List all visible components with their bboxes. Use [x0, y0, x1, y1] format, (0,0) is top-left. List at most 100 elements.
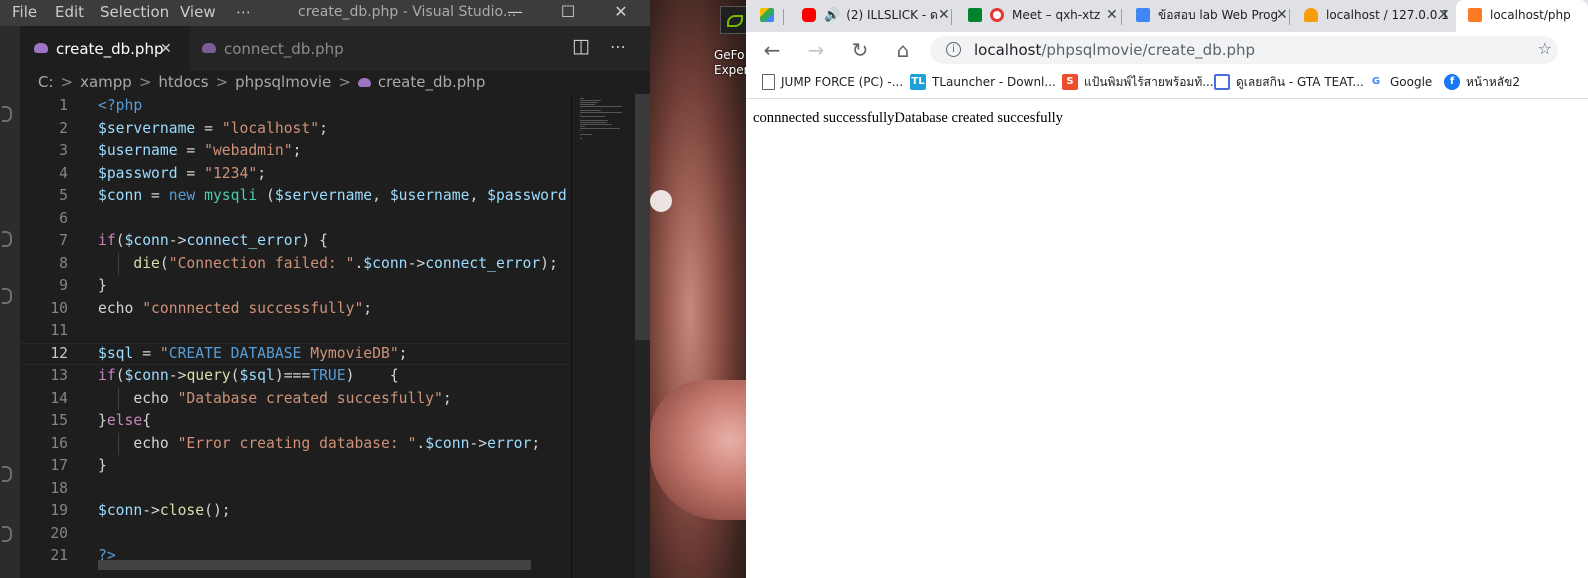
- code-token: =: [177, 142, 205, 159]
- minimap-line: [580, 104, 596, 105]
- meet-icon: [968, 7, 982, 22]
- browser-tab[interactable]: Meet – qxh-xtz ✕: [956, 0, 1122, 32]
- bookmark-item[interactable]: G Google: [1368, 74, 1432, 91]
- browser-tab[interactable]: localhost / 127.0.0.1 ✕: [1294, 0, 1454, 32]
- close-window-button[interactable]: ✕: [598, 0, 644, 26]
- code-line[interactable]: 10 echo "connnected successfully";: [20, 298, 571, 320]
- forward-button[interactable]: →: [804, 38, 828, 62]
- code-token: connect_error: [186, 232, 302, 249]
- indent-guide: [118, 387, 119, 410]
- code-line[interactable]: 2 $servername = "localhost";: [20, 118, 571, 140]
- browser-tab-active[interactable]: localhost/php: [1456, 0, 1588, 32]
- code-line[interactable]: 17}: [20, 455, 571, 477]
- close-tab-icon[interactable]: ✕: [1438, 0, 1450, 30]
- close-tab-icon[interactable]: ✕: [1276, 0, 1288, 30]
- code-line[interactable]: 11: [20, 320, 571, 342]
- code-line[interactable]: 16 echo "Error creating database: ".$con…: [20, 433, 571, 455]
- browser-tab[interactable]: 🔊 (2) ILLSLICK - ด ✕: [788, 0, 952, 32]
- breadcrumb-item[interactable]: C:: [38, 73, 54, 91]
- speaker-icon[interactable]: 🔊: [824, 8, 840, 23]
- code-line[interactable]: 12 $sql = "CREATE DATABASE MymovieDB";: [20, 342, 571, 365]
- activity-icon[interactable]: [2, 466, 12, 482]
- code-line[interactable]: 20: [20, 523, 571, 545]
- code-line[interactable]: 1 <?php: [20, 95, 571, 117]
- home-button[interactable]: ⌂: [891, 38, 915, 62]
- bookmark-item[interactable]: S แป้นพิมพ์ไร้สายพร้อมท้...: [1062, 73, 1214, 91]
- activity-icon[interactable]: [2, 526, 12, 542]
- split-editor-icon[interactable]: ◫: [572, 35, 590, 57]
- code-token: else: [106, 412, 143, 429]
- code-token: "Connection failed: ": [168, 254, 355, 272]
- menu-file[interactable]: File: [12, 3, 37, 21]
- browser-tab[interactable]: [746, 0, 784, 32]
- maximize-button[interactable]: ☐: [545, 0, 591, 26]
- line-number: 15: [50, 412, 68, 429]
- activity-icon[interactable]: [2, 288, 12, 304]
- code-line[interactable]: 15}else{: [20, 410, 571, 432]
- code-text: $username = "webadmin";: [98, 140, 301, 162]
- reload-button[interactable]: ↻: [848, 38, 872, 62]
- close-tab-icon[interactable]: ✕: [160, 26, 172, 72]
- bookmark-item[interactable]: ดูเลยสกิน - GTA TEAT...: [1214, 73, 1364, 91]
- activity-icon[interactable]: [2, 231, 12, 247]
- menu-selection[interactable]: Selection: [100, 3, 169, 21]
- code-line[interactable]: 4 $password = "1234";: [20, 163, 571, 185]
- code-line[interactable]: 5 $conn = new mysqli ($servername, $usern…: [20, 185, 571, 207]
- url-text[interactable]: localhost/phpsqlmovie/create_db.php: [974, 39, 1255, 61]
- minimize-button[interactable]: —: [492, 0, 538, 26]
- code-token: $sql: [239, 367, 275, 384]
- code-line[interactable]: 3 $username = "webadmin";: [20, 140, 571, 162]
- code-text: <?php: [98, 95, 142, 117]
- breadcrumb-item[interactable]: create_db.php: [378, 73, 485, 91]
- minimap-line: [580, 124, 612, 125]
- vscode-window: File Edit Selection View ⋯ create_db.php…: [0, 0, 650, 578]
- bookmark-item[interactable]: f หน้าหลัข2: [1444, 73, 1520, 91]
- code-token: ) {: [301, 232, 328, 249]
- breadcrumb-item[interactable]: xampp: [80, 73, 132, 91]
- tab-connect-db[interactable]: connect_db.php: [190, 26, 365, 71]
- activity-icon[interactable]: [2, 106, 12, 122]
- close-tab-icon[interactable]: ✕: [1106, 0, 1118, 30]
- code-line[interactable]: 7 if($conn->connect_error) {: [20, 230, 571, 252]
- tab-create-db[interactable]: create_db.php ✕: [20, 26, 190, 71]
- breadcrumb-item[interactable]: phpsqlmovie: [235, 73, 331, 91]
- bookmark-item[interactable]: JUMP FORCE (PC) -...: [762, 73, 903, 91]
- menu-more[interactable]: ⋯: [236, 3, 251, 21]
- nvidia-icon[interactable]: [720, 6, 746, 34]
- code-token: }: [98, 277, 107, 294]
- bookmark-star-icon[interactable]: ☆: [1538, 39, 1552, 58]
- minimap-line: [580, 112, 622, 113]
- minimap-line: [580, 128, 620, 129]
- line-number: 11: [50, 322, 68, 339]
- back-button[interactable]: ←: [760, 38, 784, 62]
- code-line[interactable]: 18: [20, 478, 571, 500]
- code-line[interactable]: 19 $conn->close();: [20, 500, 571, 522]
- browser-tab[interactable]: ข้อสอบ lab Web Prog ✕: [1126, 0, 1290, 32]
- minimap-line: [580, 126, 585, 127]
- code-line[interactable]: 9}: [20, 275, 571, 297]
- site-info-icon[interactable]: i: [946, 42, 961, 57]
- minimap[interactable]: [571, 94, 636, 578]
- code-token: ;: [292, 142, 302, 159]
- desktop-shortcut-label[interactable]: GeFo Experi: [714, 48, 746, 78]
- menu-edit[interactable]: Edit: [55, 3, 84, 21]
- code-token: "1234": [204, 164, 258, 182]
- address-bar[interactable]: i localhost/phpsqlmovie/create_db.php ☆: [930, 36, 1558, 64]
- code-line[interactable]: 13 if($conn->query($sql)===TRUE) {: [20, 365, 571, 387]
- more-actions-icon[interactable]: ⋯: [610, 37, 626, 56]
- scrollbar-thumb[interactable]: [635, 94, 650, 340]
- bookmark-item[interactable]: TL TLauncher - Downl...: [910, 73, 1056, 91]
- menu-view[interactable]: View: [180, 3, 216, 21]
- code-token: }: [98, 412, 107, 429]
- code-line[interactable]: 14 echo "Database created succesfully";: [20, 388, 571, 410]
- code-text: echo "Error creating database: ".$conn->…: [98, 433, 540, 455]
- horizontal-scrollbar[interactable]: [98, 560, 531, 570]
- code-editor[interactable]: 1 <?php 2 $servername = "localhost"; 3 $usern…: [20, 94, 571, 578]
- tab-label: connect_db.php: [224, 40, 344, 58]
- code-line[interactable]: 6: [20, 208, 571, 230]
- code-text: $servername = "localhost";: [98, 118, 328, 140]
- code-text: if($conn->query($sql)===TRUE) {: [98, 365, 399, 387]
- close-tab-icon[interactable]: ✕: [938, 0, 950, 30]
- breadcrumb-item[interactable]: htdocs: [158, 73, 208, 91]
- code-line[interactable]: 8 die("Connection failed: ".$conn->conne…: [20, 253, 571, 275]
